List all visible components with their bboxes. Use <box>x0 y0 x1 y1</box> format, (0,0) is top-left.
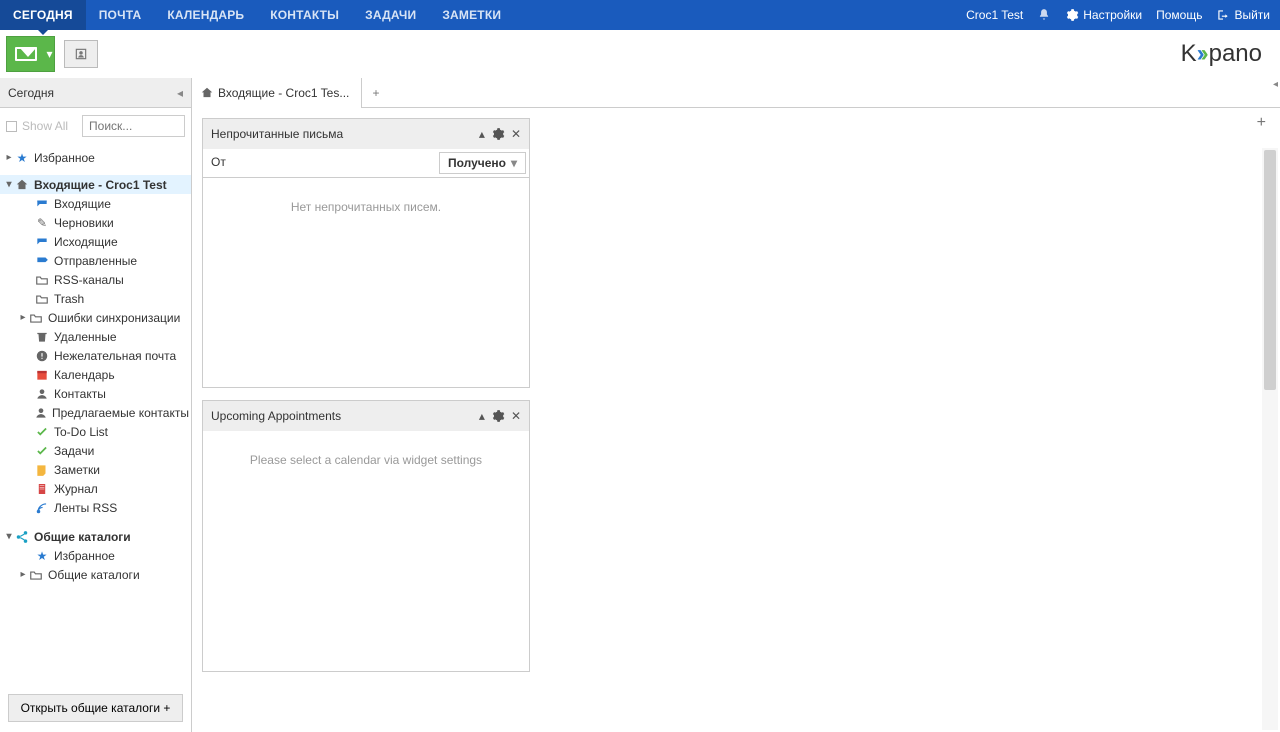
addressbook-button[interactable] <box>64 40 98 68</box>
tree-item[interactable]: Исходящие <box>0 232 191 251</box>
tree-item[interactable]: To-Do List <box>0 422 191 441</box>
sidebar-header: Сегодня ◂ <box>0 78 191 108</box>
tree-item[interactable]: ▸Общие каталоги <box>0 565 191 584</box>
content-scrollbar[interactable] <box>1262 148 1278 730</box>
close-icon[interactable]: ✕ <box>511 127 521 141</box>
upcoming-appointments-widget: Upcoming Appointments ▴ ✕ Please select … <box>202 400 530 672</box>
tree-item[interactable]: ▸Ошибки синхронизации <box>0 308 191 327</box>
top-tab-today[interactable]: СЕГОДНЯ <box>0 0 86 30</box>
tree-shared-root[interactable]: ▾ Общие каталоги <box>0 527 191 546</box>
widget-title: Upcoming Appointments <box>211 409 341 423</box>
top-tab-tasks[interactable]: ЗАДАЧИ <box>352 0 429 30</box>
new-tab-button[interactable]: + <box>362 86 390 100</box>
collapse-right-arrow[interactable]: ◂ <box>1273 79 1278 90</box>
empty-unread-label: Нет непрочитанных писем. <box>203 178 529 236</box>
gear-icon[interactable] <box>491 409 505 424</box>
new-mail-button[interactable]: ▾ <box>6 36 46 72</box>
column-received[interactable]: Получено▾ <box>439 152 526 174</box>
widget-title: Непрочитанные письма <box>211 127 343 141</box>
column-from[interactable]: От <box>203 149 436 177</box>
bell-icon[interactable] <box>1037 8 1051 22</box>
tree-favorites[interactable]: ▸ ★ Избранное <box>0 148 191 167</box>
logout-link[interactable]: Выйти <box>1216 8 1270 22</box>
tree-item[interactable]: Календарь <box>0 365 191 384</box>
new-mail-dropdown[interactable]: ▾ <box>45 36 55 72</box>
top-tab-contacts[interactable]: КОНТАКТЫ <box>257 0 352 30</box>
settings-link[interactable]: Настройки <box>1065 8 1142 22</box>
unread-mail-widget: Непрочитанные письма ▴ ✕ От Получено▾ Не… <box>202 118 530 388</box>
tree-item[interactable]: RSS-каналы <box>0 270 191 289</box>
tree-item[interactable]: Журнал <box>0 479 191 498</box>
main-tab-inbox[interactable]: Входящие - Croc1 Tes... <box>192 78 362 108</box>
add-widget-button[interactable]: + <box>1257 114 1266 132</box>
tree-item[interactable]: Контакты <box>0 384 191 403</box>
top-nav: СЕГОДНЯ ПОЧТА КАЛЕНДАРЬ КОНТАКТЫ ЗАДАЧИ … <box>0 0 1280 30</box>
sidebar-collapse-arrow[interactable]: ◂ <box>177 86 183 100</box>
tree-item[interactable]: Заметки <box>0 460 191 479</box>
close-icon[interactable]: ✕ <box>511 409 521 423</box>
help-link[interactable]: Помощь <box>1156 8 1202 22</box>
tree-item[interactable]: Входящие <box>0 194 191 213</box>
tree-item[interactable]: Ленты RSS <box>0 498 191 517</box>
sidebar: Сегодня ◂ Show All ▸ ★ Избранное ▾ <box>0 78 192 732</box>
mail-icon <box>15 47 37 61</box>
tree-item[interactable]: Задачи <box>0 441 191 460</box>
empty-appointments-label: Please select a calendar via widget sett… <box>203 431 529 489</box>
tree-item[interactable]: Предлагаемые контакты <box>0 403 191 422</box>
top-tab-notes[interactable]: ЗАМЕТКИ <box>429 0 514 30</box>
search-input[interactable] <box>83 119 184 133</box>
tree-item[interactable]: ★Избранное <box>0 546 191 565</box>
top-tab-calendar[interactable]: КАЛЕНДАРЬ <box>154 0 257 30</box>
open-shared-catalogs-button[interactable]: Открыть общие каталоги + <box>8 694 183 722</box>
tree-item[interactable]: Trash <box>0 289 191 308</box>
user-label[interactable]: Croc1 Test <box>966 8 1023 22</box>
brand-logo: K››pano <box>1181 40 1262 68</box>
widget-collapse-icon[interactable]: ▴ <box>479 127 485 141</box>
tree-item[interactable]: ✎Черновики <box>0 213 191 232</box>
gear-icon[interactable] <box>491 127 505 142</box>
tree-item[interactable]: Нежелательная почта <box>0 346 191 365</box>
top-tab-mail[interactable]: ПОЧТА <box>86 0 155 30</box>
tree-item[interactable]: Отправленные <box>0 251 191 270</box>
tree-item[interactable]: Удаленные <box>0 327 191 346</box>
tree-inbox-root[interactable]: ▾ Входящие - Croc1 Test <box>0 175 191 194</box>
folder-tree: ▸ ★ Избранное ▾ Входящие - Croc1 Test Вх… <box>0 144 191 684</box>
widget-collapse-icon[interactable]: ▴ <box>479 409 485 423</box>
toolbar: ▾ K››pano <box>0 30 1280 78</box>
showall-checkbox[interactable]: Show All <box>6 119 68 133</box>
